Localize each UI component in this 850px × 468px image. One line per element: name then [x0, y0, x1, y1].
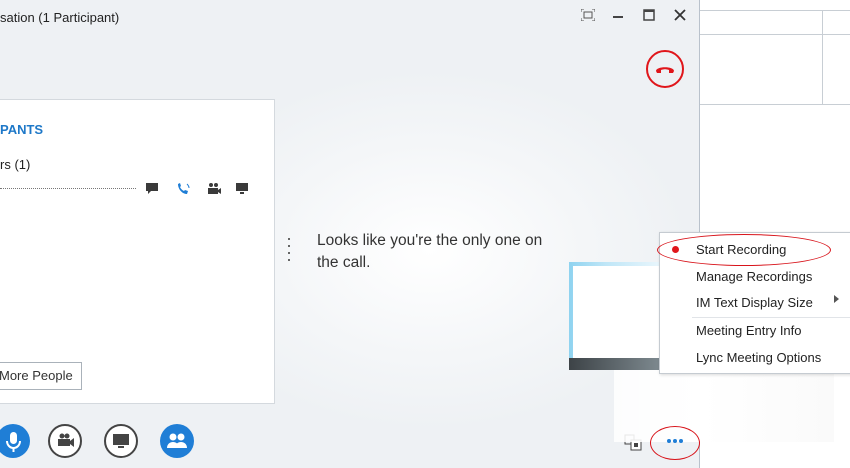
maximize-icon[interactable] — [639, 6, 659, 26]
more-options-button[interactable] — [650, 426, 700, 460]
divider — [700, 34, 850, 35]
divider — [700, 104, 850, 105]
video-button[interactable] — [48, 424, 82, 458]
mic-button[interactable] — [0, 424, 30, 458]
fullscreen-icon[interactable] — [578, 6, 598, 26]
conversation-window: sation (1 Participant) PANTS rs (1) More… — [0, 0, 700, 468]
window-title: sation (1 Participant) — [0, 10, 120, 25]
more-people-label: More People — [0, 368, 73, 383]
participant-row[interactable] — [0, 182, 260, 198]
redacted-area — [614, 370, 834, 442]
screen-share-icon[interactable] — [235, 182, 251, 198]
microphone-icon — [6, 432, 21, 452]
minimize-icon[interactable] — [608, 6, 628, 26]
panel-resize-handle[interactable] — [287, 238, 291, 266]
menu-item-lync-meeting-options[interactable]: Lync Meeting Options — [696, 348, 821, 368]
menu-item-manage-recordings[interactable]: Manage Recordings — [696, 267, 812, 287]
self-video-preview — [569, 262, 661, 370]
monitor-icon — [113, 434, 129, 448]
im-icon[interactable] — [145, 182, 161, 198]
title-bar: sation (1 Participant) — [0, 0, 699, 34]
audio-icon[interactable] — [176, 182, 192, 198]
presenters-group-label[interactable]: rs (1) — [0, 157, 30, 172]
more-options-icon — [667, 439, 683, 443]
menu-item-im-text-display-size[interactable]: IM Text Display Size — [696, 293, 813, 313]
phone-hangup-icon — [656, 67, 674, 73]
present-button[interactable] — [104, 424, 138, 458]
submenu-arrow-icon — [834, 295, 839, 303]
people-icon — [167, 433, 187, 448]
participant-name-redacted — [0, 188, 136, 192]
highlight-annotation — [657, 234, 831, 266]
participants-panel: PANTS rs (1) More People — [0, 99, 275, 404]
divider — [700, 10, 850, 11]
only-one-on-call-message: Looks like you're the only one on the ca… — [317, 232, 543, 271]
video-icon[interactable] — [206, 182, 222, 198]
menu-separator — [692, 317, 850, 318]
hang-up-button[interactable] — [646, 50, 684, 88]
participants-button[interactable] — [160, 424, 194, 458]
divider — [822, 10, 823, 104]
close-icon[interactable] — [670, 6, 690, 26]
invite-more-people-button[interactable]: More People — [0, 362, 82, 390]
participants-heading: PANTS — [0, 122, 44, 137]
video-camera-icon — [58, 433, 74, 447]
menu-item-meeting-entry-info[interactable]: Meeting Entry Info — [696, 321, 802, 341]
